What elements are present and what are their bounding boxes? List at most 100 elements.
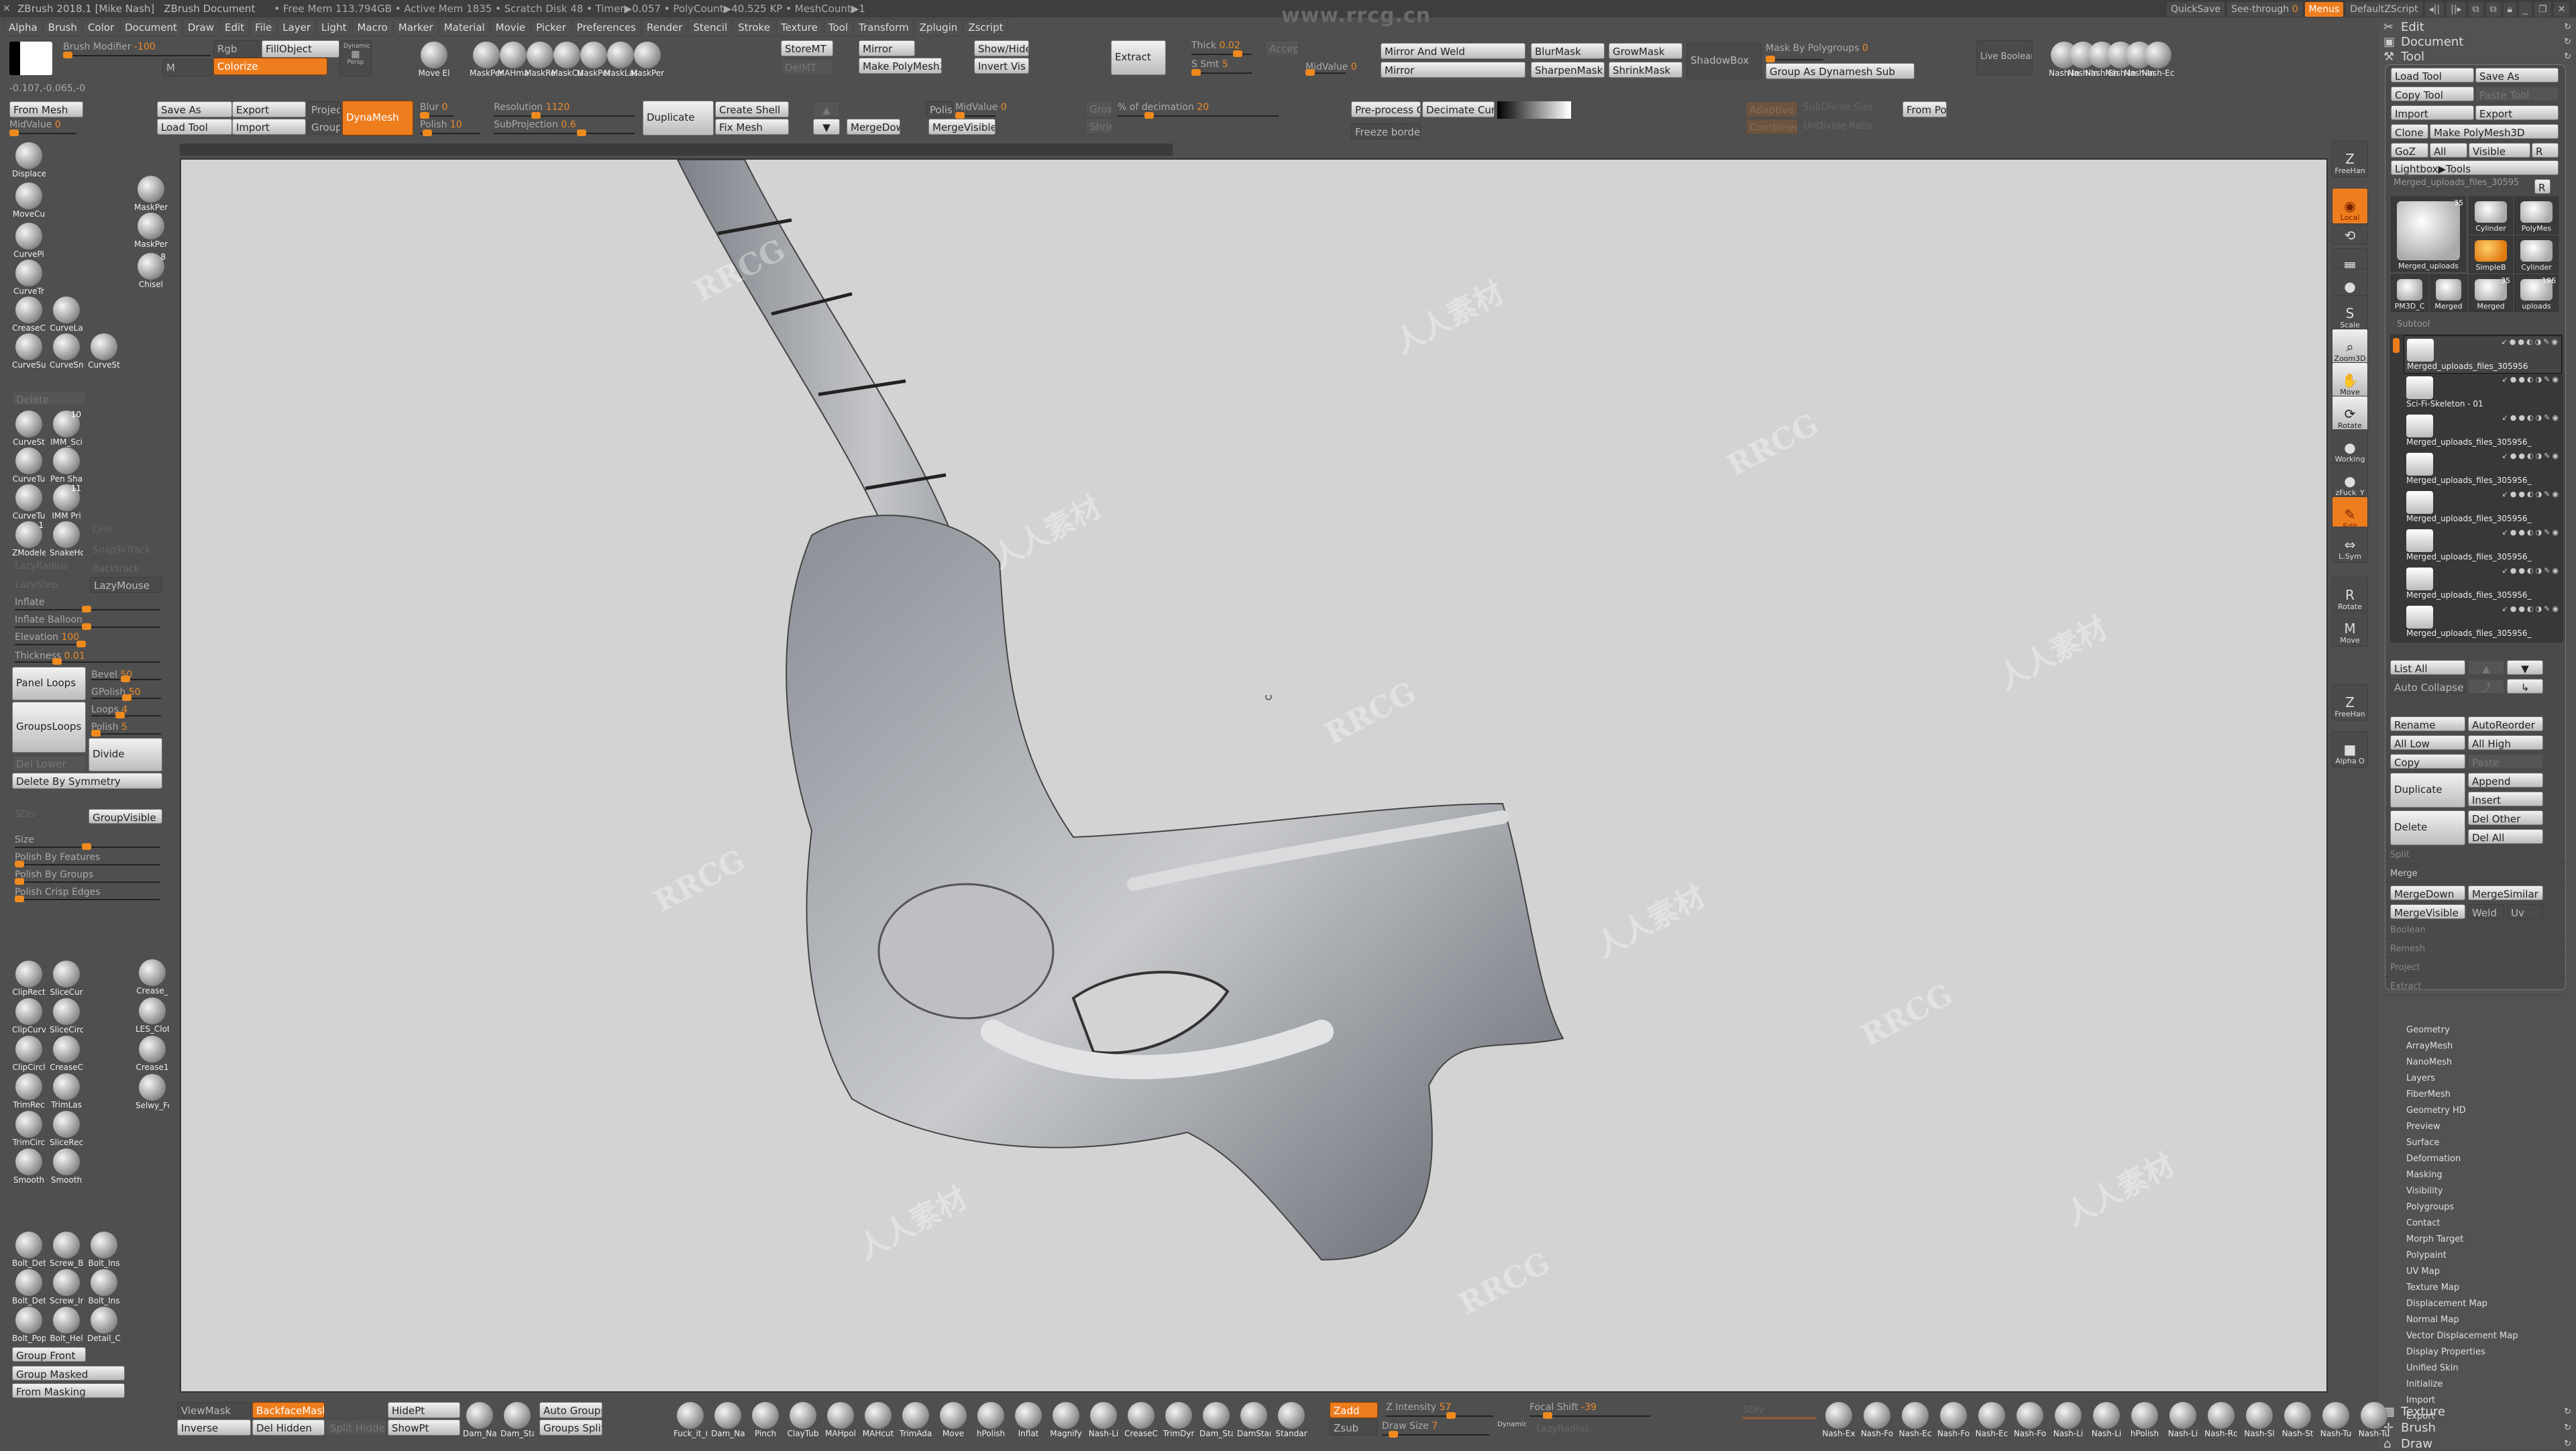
brush-thumbnail[interactable]: Nash-Li (2090, 1401, 2123, 1441)
merge-subpalette[interactable]: Merge (2385, 865, 2566, 883)
brush-thumbnail[interactable]: Smooth (50, 1147, 83, 1187)
viewmask-toggle[interactable]: ViewMask (177, 1402, 251, 1418)
make-polymesh3d-tray-button[interactable]: Make PolyMesh3D (2430, 124, 2559, 139)
brush-thumbnail[interactable]: Screw_In (50, 1268, 83, 1308)
brush-palette-header[interactable]: ✛ Brush ↻ (2383, 1421, 2571, 1435)
menu-light[interactable]: Light (317, 19, 352, 36)
subpalette-preview[interactable]: Preview (2406, 1119, 2518, 1135)
polypaint-toggle-icon[interactable]: ●● (2510, 604, 2527, 613)
freeze-borders-toggle[interactable]: Freeze borders (1351, 123, 1421, 140)
show-hide-all-button[interactable]: Show/HideAll (974, 40, 1029, 56)
dynamesh-button[interactable]: DynaMesh (342, 101, 413, 136)
panel-loops-button[interactable]: Panel Loops (12, 667, 86, 700)
list-all-button[interactable]: List All (2390, 660, 2465, 675)
subpalette-polypaint[interactable]: Polypaint (2406, 1248, 2518, 1264)
reset-icon[interactable]: ↻ (2564, 37, 2571, 47)
subtool-arrow-icon[interactable]: ↙ (2502, 566, 2510, 575)
backtrack-toggle[interactable]: Backtrack (93, 563, 140, 574)
line-toggle[interactable]: Line (93, 525, 112, 535)
brush-thumbnail[interactable]: Bolt_Det (12, 1230, 46, 1271)
auto-groups-button[interactable]: Auto Groups (539, 1402, 602, 1418)
group-front-button[interactable]: Group Front (12, 1347, 86, 1362)
move-down-icon[interactable]: ▼ (813, 119, 840, 135)
menu-marker[interactable]: Marker (393, 19, 438, 36)
brush-thumbnail[interactable]: Crease_ (136, 958, 169, 998)
polish-left-slider[interactable] (91, 730, 161, 737)
mirror-button[interactable]: Mirror (859, 40, 915, 56)
blur-mask-button[interactable]: BlurMask (1531, 43, 1605, 59)
subtool-controls[interactable]: ↙●●◐◑✎◉ (2502, 337, 2560, 346)
subpalette-masking[interactable]: Masking (2406, 1167, 2518, 1183)
clone-button[interactable]: Clone (2391, 124, 2428, 139)
shelf-rotate[interactable]: ⟳ Rotate (2332, 396, 2368, 432)
subtool-item[interactable]: Merged_uploads_files_305956_ ↙●●◐◑✎◉ (2404, 450, 2562, 488)
subtool-controls[interactable]: ↙●●◐◑✎◉ (2502, 528, 2561, 537)
midvalue2-slider[interactable] (955, 112, 996, 119)
brush-thumbnail[interactable]: Nash-Li (1087, 1401, 1120, 1441)
all-high-button[interactable]: All High (2468, 735, 2543, 750)
lightbox-tools-button[interactable]: Lightbox▶Tools (2391, 160, 2559, 175)
boolean-toggle-icon[interactable]: ◑ (2536, 566, 2544, 575)
brush-thumbnail[interactable]: hPolish (2128, 1401, 2161, 1441)
group-as-dynamesh-sub-button[interactable]: Group As Dynamesh Sub (1766, 63, 1915, 79)
brush-thumbnail[interactable]: CurveSu (12, 332, 46, 372)
m-button[interactable]: M (162, 59, 212, 76)
brush-thumbnail[interactable]: Standar (1275, 1401, 1308, 1441)
subpalette-layers[interactable]: Layers (2406, 1071, 2518, 1087)
fix-mesh-button[interactable]: Fix Mesh (715, 119, 789, 135)
subtool-scrollbar[interactable] (2393, 338, 2400, 353)
brush-thumbnail[interactable]: MaskPer (134, 211, 168, 252)
shelf-zoom3d[interactable]: ⌕ Zoom3D (2332, 329, 2368, 365)
project-subpalette[interactable]: Project (2385, 959, 2566, 977)
merge-down-tray-button[interactable]: MergeDown (2390, 885, 2465, 900)
shelf-zfuck-y[interactable]: ● zFuck_Y (2332, 463, 2368, 499)
subpalette-texture-map[interactable]: Texture Map (2406, 1280, 2518, 1296)
mask-toggle-icon[interactable]: ◐ (2527, 490, 2536, 498)
mask-toggle-icon[interactable]: ◐ (2527, 566, 2536, 575)
tool-thumbnail[interactable]: PolyMes (2514, 197, 2559, 234)
brush-thumbnail[interactable]: MaskPer (631, 40, 664, 80)
brush-thumbnail[interactable]: SliceCur (50, 959, 83, 1000)
brush-thumbnail[interactable]: SliceCirc (50, 997, 83, 1037)
subpalette-contact[interactable]: Contact (2406, 1216, 2518, 1232)
menu-tool[interactable]: Tool (823, 19, 853, 36)
backface-mask-toggle[interactable]: BackfaceMask (252, 1402, 325, 1418)
merge-down-button[interactable]: MergeDown (847, 119, 900, 135)
lazy-mouse-toggle[interactable]: LazyMouse (90, 577, 162, 593)
boolean-toggle-icon[interactable]: ◑ (2536, 451, 2544, 460)
brush-visibility-icon[interactable]: ✎ (2544, 451, 2552, 460)
subpalette-deformation[interactable]: Deformation (2406, 1151, 2518, 1167)
boolean-toggle-icon[interactable]: ◑ (2536, 528, 2544, 537)
subtool-arrow-icon[interactable]: ↙ (2502, 604, 2510, 613)
menu-picker[interactable]: Picker (531, 19, 571, 36)
subpalette-geometry[interactable]: Geometry (2406, 1022, 2518, 1038)
eye-icon[interactable]: ◉ (2552, 490, 2561, 498)
groups-split-button[interactable]: Groups Split (539, 1419, 602, 1436)
subpalette-nanomesh[interactable]: NanoMesh (2406, 1055, 2518, 1071)
brush-thumbnail[interactable]: Fuck_it_( (674, 1401, 707, 1441)
quicksave-button[interactable]: QuickSave (2167, 2, 2224, 17)
subpalette-display-properties[interactable]: Display Properties (2406, 1344, 2518, 1360)
midvalue3-slider[interactable] (1305, 69, 1346, 76)
brush-thumbnail[interactable]: Nash-Li (2166, 1401, 2200, 1441)
brush-visibility-icon[interactable]: ✎ (2544, 375, 2552, 384)
shelf-rotate[interactable]: R Rotate (2332, 577, 2368, 613)
split-subpalette[interactable]: Split (2385, 847, 2566, 864)
make-polymesh3d-button[interactable]: Make PolyMesh3D (859, 58, 942, 74)
brush-thumbnail[interactable]: Nash-Rc (2204, 1401, 2238, 1441)
brush-thumbnail[interactable]: CurveTu (12, 446, 46, 486)
brush-thumbnail[interactable]: TrimLas (50, 1072, 83, 1112)
brush-thumbnail[interactable]: CurveSt (12, 409, 46, 449)
brush-thumbnail[interactable]: Nash-Sl (2243, 1401, 2276, 1441)
zadd-toggle[interactable]: Zadd (1330, 1402, 1378, 1418)
menu-preferences[interactable]: Preferences (572, 19, 641, 36)
menu-color[interactable]: Color (83, 19, 119, 36)
brush-visibility-icon[interactable]: ✎ (2544, 413, 2552, 422)
brush-thumbnail[interactable]: CurveLa (50, 295, 83, 335)
brush-thumbnail[interactable]: Bolt_Det (12, 1268, 46, 1308)
store-mt-button[interactable]: StoreMT (781, 40, 833, 56)
subpalette-geometry-hd[interactable]: Geometry HD (2406, 1103, 2518, 1119)
subpalette-uv-map[interactable]: UV Map (2406, 1264, 2518, 1280)
mask-toggle-icon[interactable]: ◐ (2527, 604, 2536, 613)
boolean-toggle-icon[interactable]: ◑ (2536, 604, 2544, 613)
